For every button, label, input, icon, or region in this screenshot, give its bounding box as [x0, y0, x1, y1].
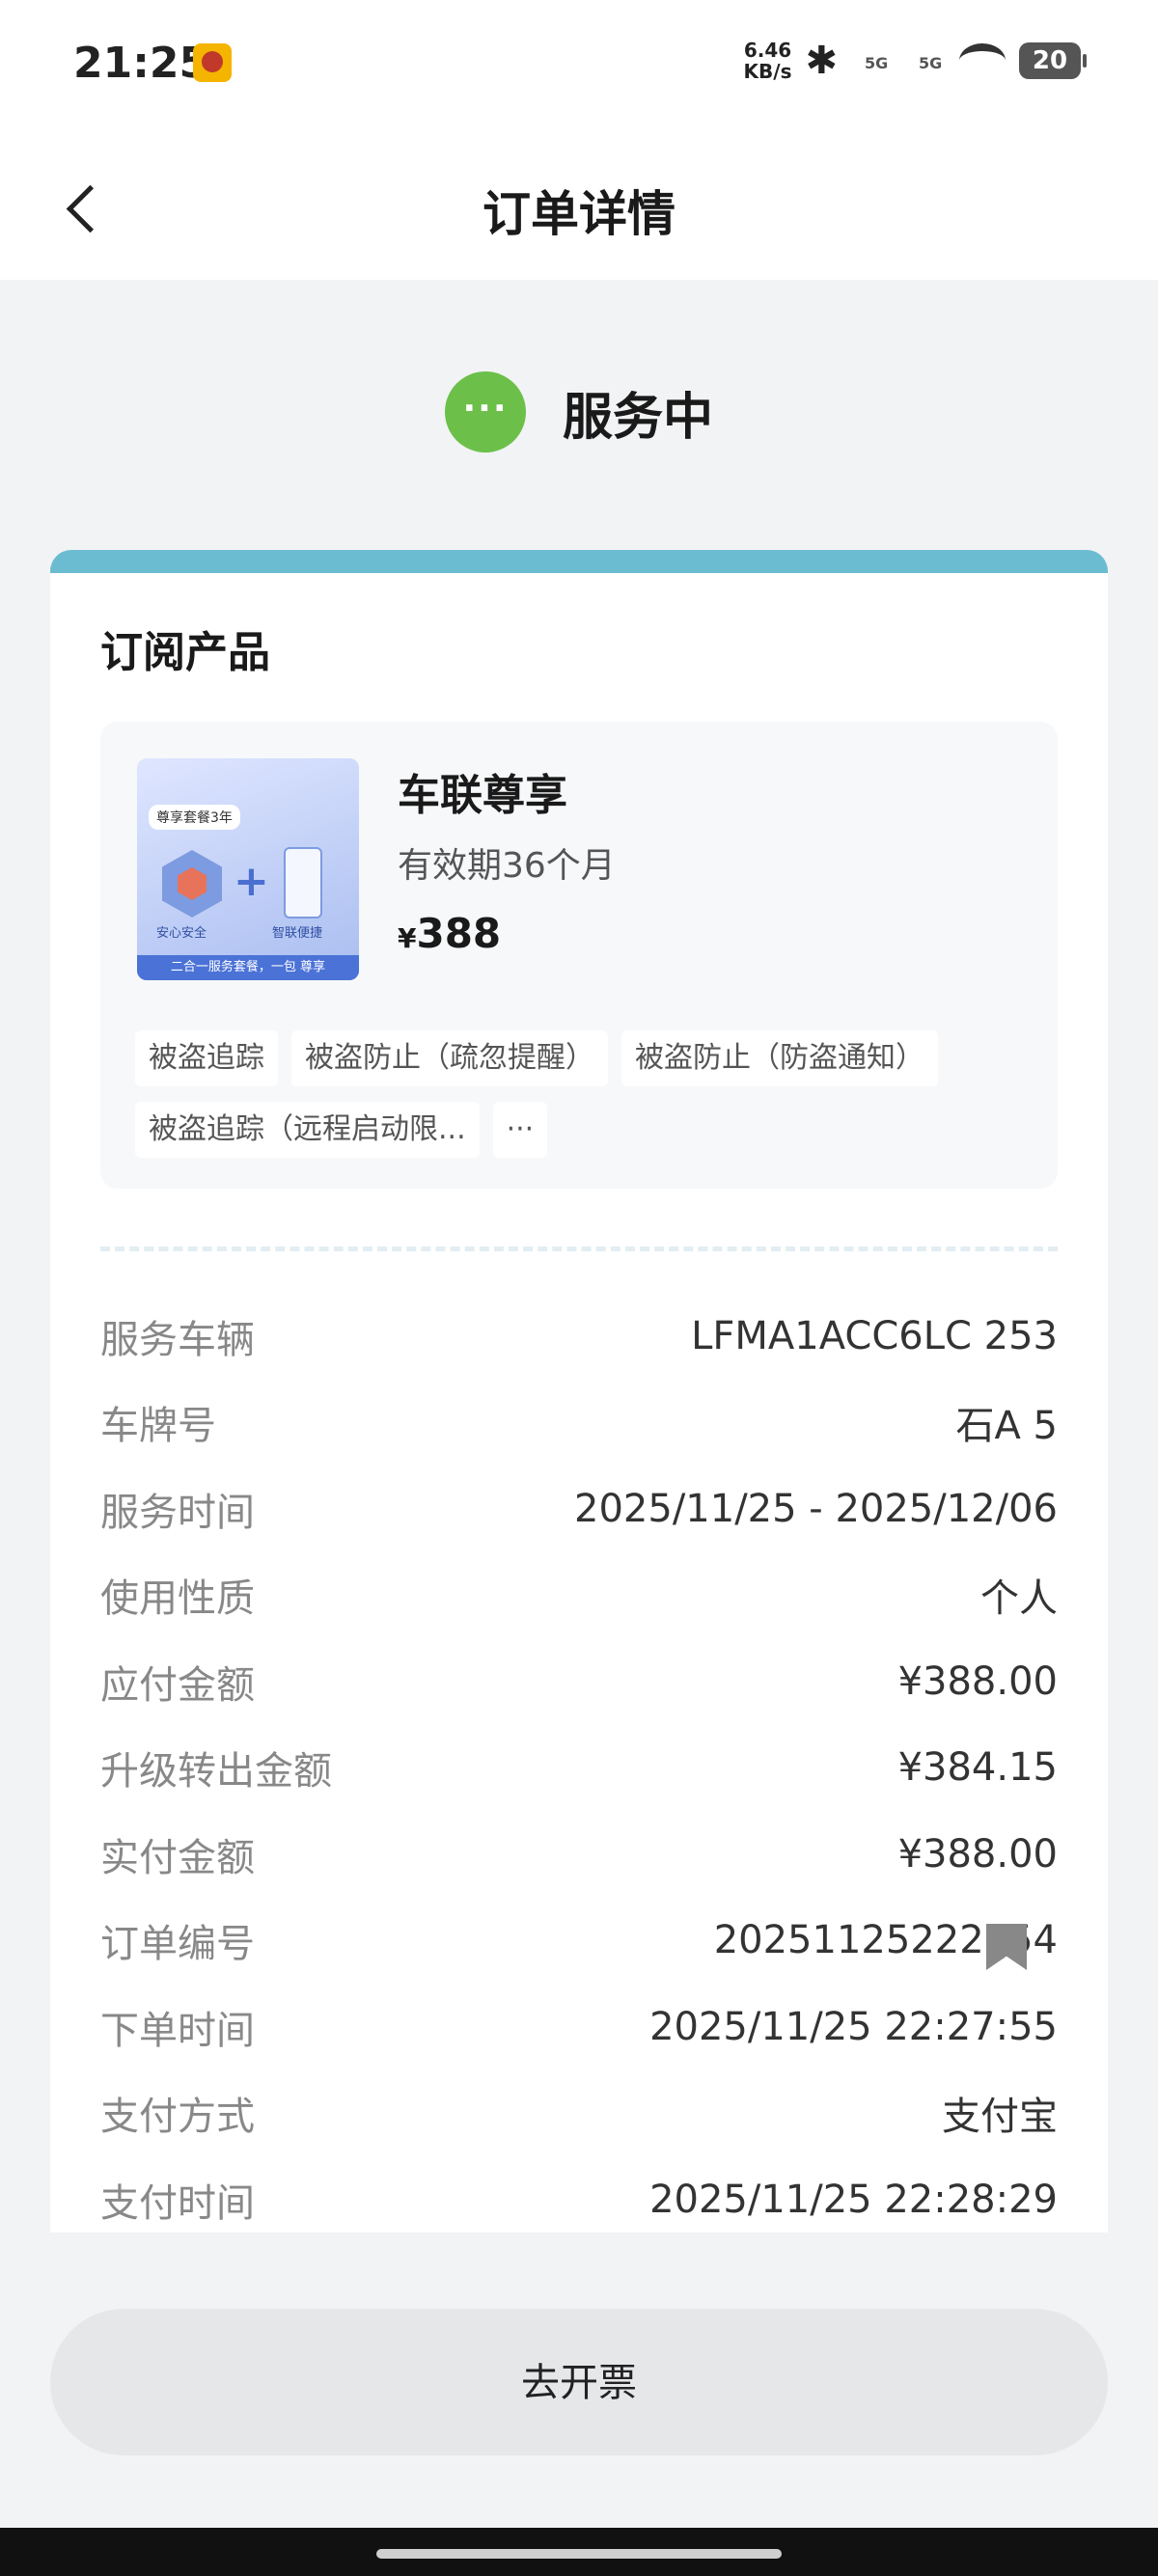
status-icons: 6.46 KB/s ✱ 5G 5G 20 — [743, 36, 1087, 92]
product-image: 尊享套餐3年 + 安心安全 智联便捷 二合一服务套餐，一包 尊享 — [137, 758, 359, 980]
signal-icon: 5G — [905, 36, 956, 92]
price-value: 388 — [416, 910, 502, 957]
detail-row: 下单时间 2025/11/25 22:27:55 — [100, 1984, 1058, 2070]
feature-tag: 被盗追踪（远程启动限... — [135, 1102, 480, 1158]
product-image-label-right: 智联便捷 — [272, 926, 323, 941]
currency-symbol: ¥ — [398, 922, 417, 954]
detail-value: 石A 5 — [955, 1404, 1058, 1449]
detail-label: 实付金额 — [100, 1835, 255, 1880]
detail-row: 支付方式 支付宝 — [100, 2070, 1058, 2157]
section-title: 订阅产品 — [100, 628, 270, 677]
order-details: 服务车辆 LFMA1ACC6LC 253 车牌号 石A 5 服务时间 2025/11/… — [100, 1293, 1058, 2233]
detail-value: LFMA1ACC6LC 253 — [691, 1313, 1058, 1358]
detail-label: 使用性质 — [100, 1576, 255, 1622]
detail-value: 2025/11/25 22:27:55 — [649, 2004, 1058, 2049]
card-accent-bar — [50, 550, 1108, 573]
product-price: ¥388 — [398, 910, 501, 957]
product-image-badge: 尊享套餐3年 — [149, 805, 240, 830]
detail-label: 支付方式 — [100, 2095, 255, 2140]
detail-row: 车牌号 石A 5 — [100, 1380, 1058, 1466]
detail-value: 2025/11/25 - 2025/12/06 — [574, 1486, 1058, 1531]
product-validity: 有效期36个月 — [398, 846, 616, 886]
order-status: ··· 服务中 — [0, 371, 1158, 452]
detail-row: 应付金额 ¥388.00 — [100, 1638, 1058, 1725]
detail-label: 应付金额 — [100, 1662, 255, 1708]
feature-tag: 被盗防止（疏忽提醒） — [291, 1030, 608, 1086]
more-tags-button[interactable]: ··· — [492, 1102, 548, 1158]
invoice-button[interactable]: 去开票 — [50, 2309, 1108, 2455]
battery-icon: 20 — [1019, 42, 1087, 79]
detail-label: 升级转出金额 — [100, 1749, 332, 1795]
feature-tag: 被盗防止（防盗通知） — [621, 1030, 938, 1086]
page-title: 订单详情 — [482, 186, 676, 242]
detail-value: 支付宝 — [942, 2095, 1058, 2140]
app-notification-icon — [193, 43, 232, 82]
detail-label: 下单时间 — [100, 2008, 255, 2053]
status-time: 21:25 — [73, 39, 209, 88]
detail-row: 实付金额 ¥388.00 — [100, 1811, 1058, 1898]
detail-value: ¥388.00 — [897, 1831, 1058, 1877]
detail-value: ¥388.00 — [897, 1658, 1058, 1704]
feature-tags: 被盗追踪 被盗防止（疏忽提醒） 被盗防止（防盗通知） 被盗追踪（远程启动限...… — [135, 1030, 1042, 1158]
product-name: 车联尊享 — [398, 771, 567, 820]
detail-row: 升级转出金额 ¥384.15 — [100, 1725, 1058, 1812]
detail-label: 支付时间 — [100, 2180, 255, 2226]
product-item[interactable]: 尊享套餐3年 + 安心安全 智联便捷 二合一服务套餐，一包 尊享 车联尊享 有效… — [100, 722, 1058, 1189]
dashed-divider — [100, 1247, 1058, 1251]
detail-row: 服务车辆 LFMA1ACC6LC 253 — [100, 1293, 1058, 1380]
detail-row: 支付时间 2025/11/25 22:28:29 — [100, 2156, 1058, 2233]
feature-tag: 被盗追踪 — [135, 1030, 278, 1086]
detail-value: 个人 — [980, 1576, 1058, 1622]
status-bar: 21:25 6.46 KB/s ✱ 5G 5G 20 — [0, 0, 1158, 135]
network-speed: 6.46 KB/s — [743, 39, 792, 83]
detail-row: 使用性质 个人 — [100, 1552, 1058, 1639]
status-text: 服务中 — [562, 388, 713, 447]
wifi-icon — [959, 43, 1006, 78]
detail-label: 服务车辆 — [100, 1317, 255, 1362]
home-indicator[interactable] — [376, 2549, 782, 2559]
detail-row: 订单编号 20251125222754 — [100, 1898, 1058, 1985]
product-image-label-left: 安心安全 — [156, 926, 207, 941]
product-image-bottom-text: 二合一服务套餐，一包 尊享 — [137, 955, 359, 980]
plus-icon: + — [234, 857, 269, 906]
detail-row: 服务时间 2025/11/25 - 2025/12/06 — [100, 1466, 1058, 1552]
detail-value: ¥384.15 — [897, 1745, 1058, 1791]
detail-label: 车牌号 — [100, 1404, 216, 1449]
ellipsis-icon: ··· — [444, 371, 526, 452]
signal-icon: 5G — [851, 36, 902, 92]
phone-icon — [284, 847, 322, 918]
bluetooth-icon: ✱ — [805, 39, 838, 83]
detail-value: 2025/11/25 22:28:29 — [649, 2177, 1058, 2222]
order-card: 订阅产品 尊享套餐3年 + 安心安全 智联便捷 二合一服务套餐，一包 尊享 车联… — [50, 550, 1108, 2233]
detail-label: 服务时间 — [100, 1490, 255, 1535]
detail-label: 订单编号 — [100, 1922, 255, 1967]
nav-header: 订单详情 — [0, 135, 1158, 280]
